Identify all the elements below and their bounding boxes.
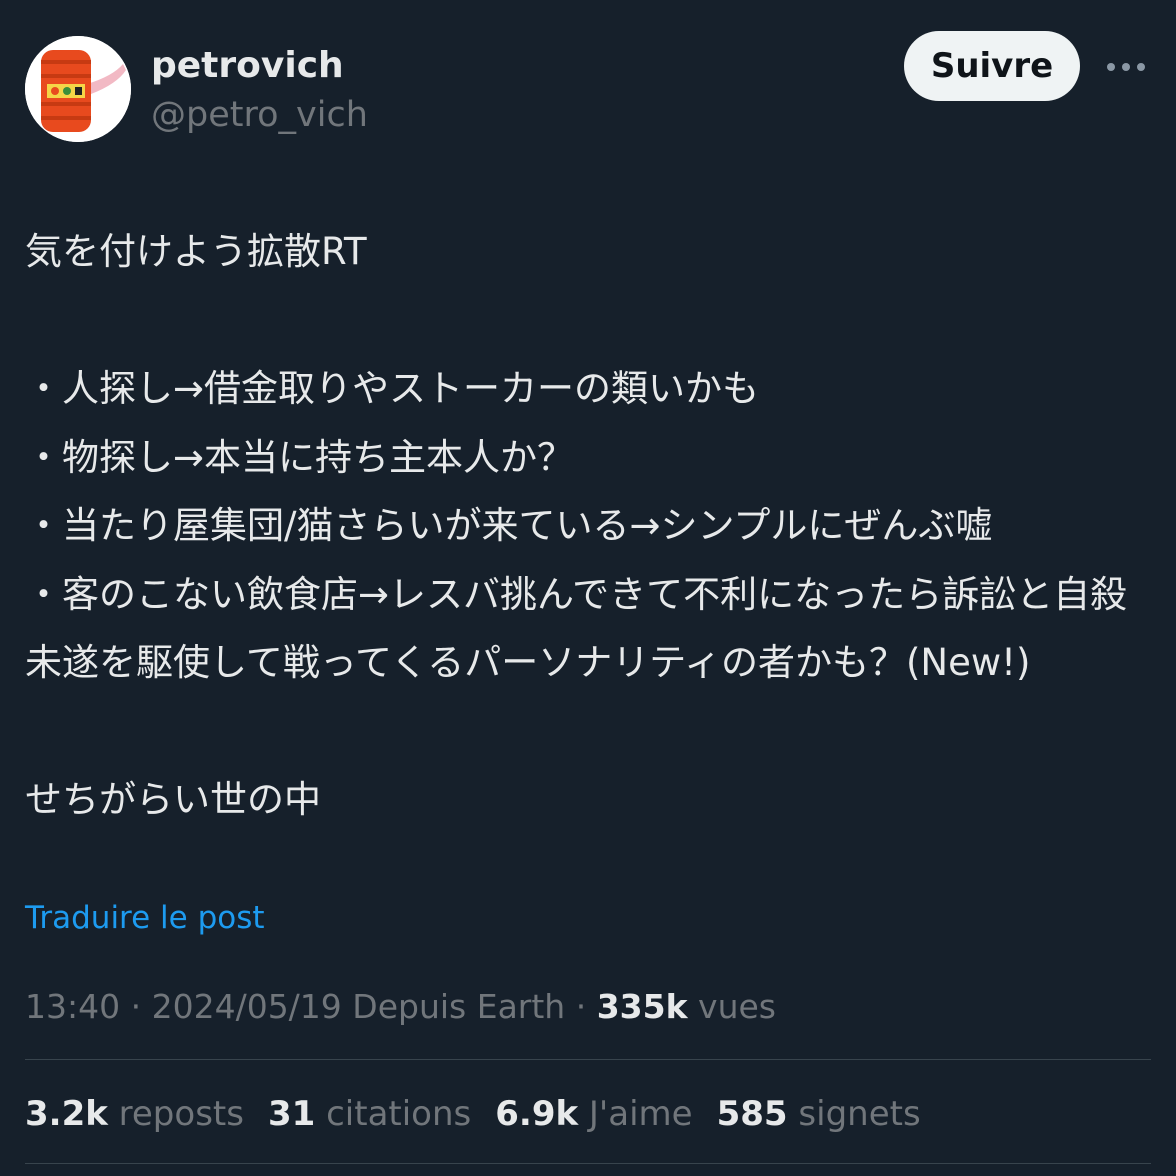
bookmarks-stat[interactable]: 585 signets [717,1091,921,1137]
quotes-count: 31 [267,1094,316,1134]
views-label: vues [698,987,776,1026]
tweet-date[interactable]: 2024/05/19 [152,987,342,1026]
meta-separator: · [575,987,597,1026]
tweet-text: 気を付けよう拡散RT ・人探し→借金取りやストーカーの類いかも ・物探し→本当に… [25,230,1128,821]
tweet-source: Depuis Earth [352,987,566,1026]
quotes-stat[interactable]: 31 citations [268,1091,471,1137]
bookmarks-count: 585 [716,1094,788,1134]
translate-post-link[interactable]: Traduire le post [25,900,265,936]
engagement-stats: 3.2k reposts 31 citations 6.9k J'aime 58… [25,1091,921,1137]
more-dots-icon [1107,63,1145,71]
reposts-label: reposts [118,1094,244,1134]
red-hair-roller-avatar [25,36,131,142]
likes-count: 6.9k [495,1094,579,1134]
reposts-stat[interactable]: 3.2k reposts [25,1091,244,1137]
follow-button[interactable]: Suivre [904,31,1080,101]
bookmarks-label: signets [798,1094,921,1134]
tweet-metadata: 13:40 · 2024/05/19 Depuis Earth · 335k v… [25,985,776,1029]
more-button[interactable] [1104,54,1148,80]
likes-label: J'aime [588,1094,693,1134]
display-name[interactable]: petrovich [151,42,344,90]
reposts-count: 3.2k [25,1094,108,1134]
meta-separator: · [130,987,152,1026]
divider [25,1059,1151,1060]
likes-stat[interactable]: 6.9k J'aime [495,1091,692,1137]
quotes-label: citations [326,1094,472,1134]
avatar[interactable] [25,36,131,142]
user-handle[interactable]: @petro_vich [151,92,368,138]
tweet-time[interactable]: 13:40 [25,987,120,1026]
views-count: 335k [596,987,688,1026]
divider [25,1163,1151,1164]
